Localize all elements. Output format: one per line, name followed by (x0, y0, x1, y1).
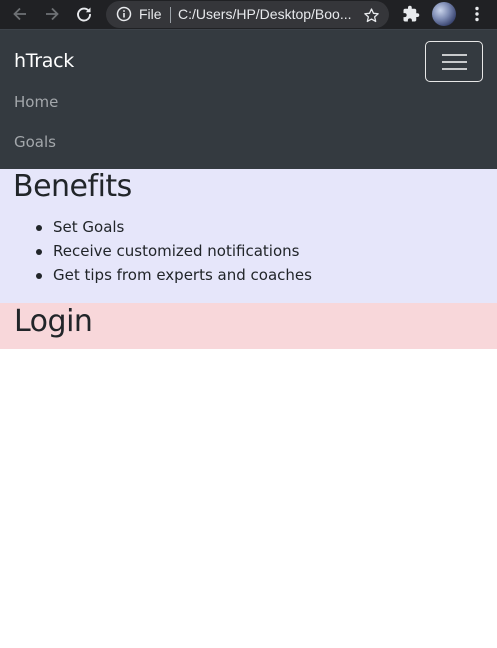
nav-link-goals[interactable]: Goals (14, 133, 56, 151)
info-icon[interactable] (116, 6, 132, 22)
navbar-toggler-button[interactable] (425, 41, 483, 82)
back-arrow-icon (13, 7, 26, 21)
list-item-label: Get tips from experts and coaches (53, 266, 312, 284)
login-heading: Login (14, 304, 93, 339)
benefits-heading: Benefits (13, 169, 132, 204)
bullet-icon (36, 249, 42, 255)
login-section: Login (0, 303, 497, 349)
extensions-button[interactable] (399, 2, 423, 26)
reload-button[interactable] (72, 2, 96, 26)
benefits-list: Set Goals Receive customized notificatio… (0, 215, 312, 287)
list-item: Get tips from experts and coaches (0, 263, 312, 287)
list-item-label: Receive customized notifications (53, 242, 300, 260)
benefits-section: Benefits Set Goals Receive customized no… (0, 169, 497, 303)
bullet-icon (36, 273, 42, 279)
star-icon[interactable] (362, 6, 380, 24)
forward-button[interactable] (40, 2, 64, 26)
profile-avatar[interactable] (432, 2, 456, 26)
bullet-icon (36, 225, 42, 231)
forward-arrow-icon (46, 7, 59, 21)
list-item-label: Set Goals (53, 218, 125, 236)
list-item: Receive customized notifications (0, 239, 312, 263)
back-button[interactable] (8, 2, 32, 26)
site-navbar: hTrack Home Goals (0, 29, 497, 169)
navbar-brand[interactable]: hTrack (14, 50, 74, 72)
browser-menu-button[interactable] (465, 2, 489, 26)
kebab-menu-icon (475, 6, 479, 22)
reload-icon (77, 7, 91, 22)
address-bar[interactable]: File C:/Users/HP/Desktop/Boo... (106, 1, 389, 28)
browser-toolbar: File C:/Users/HP/Desktop/Boo... (0, 0, 497, 29)
puzzle-icon (403, 5, 420, 22)
list-item: Set Goals (0, 215, 312, 239)
omnibox-divider (170, 7, 171, 23)
scheme-label: File (139, 6, 162, 22)
nav-link-home[interactable]: Home (14, 93, 58, 111)
url-text[interactable]: C:/Users/HP/Desktop/Boo... (178, 6, 353, 22)
